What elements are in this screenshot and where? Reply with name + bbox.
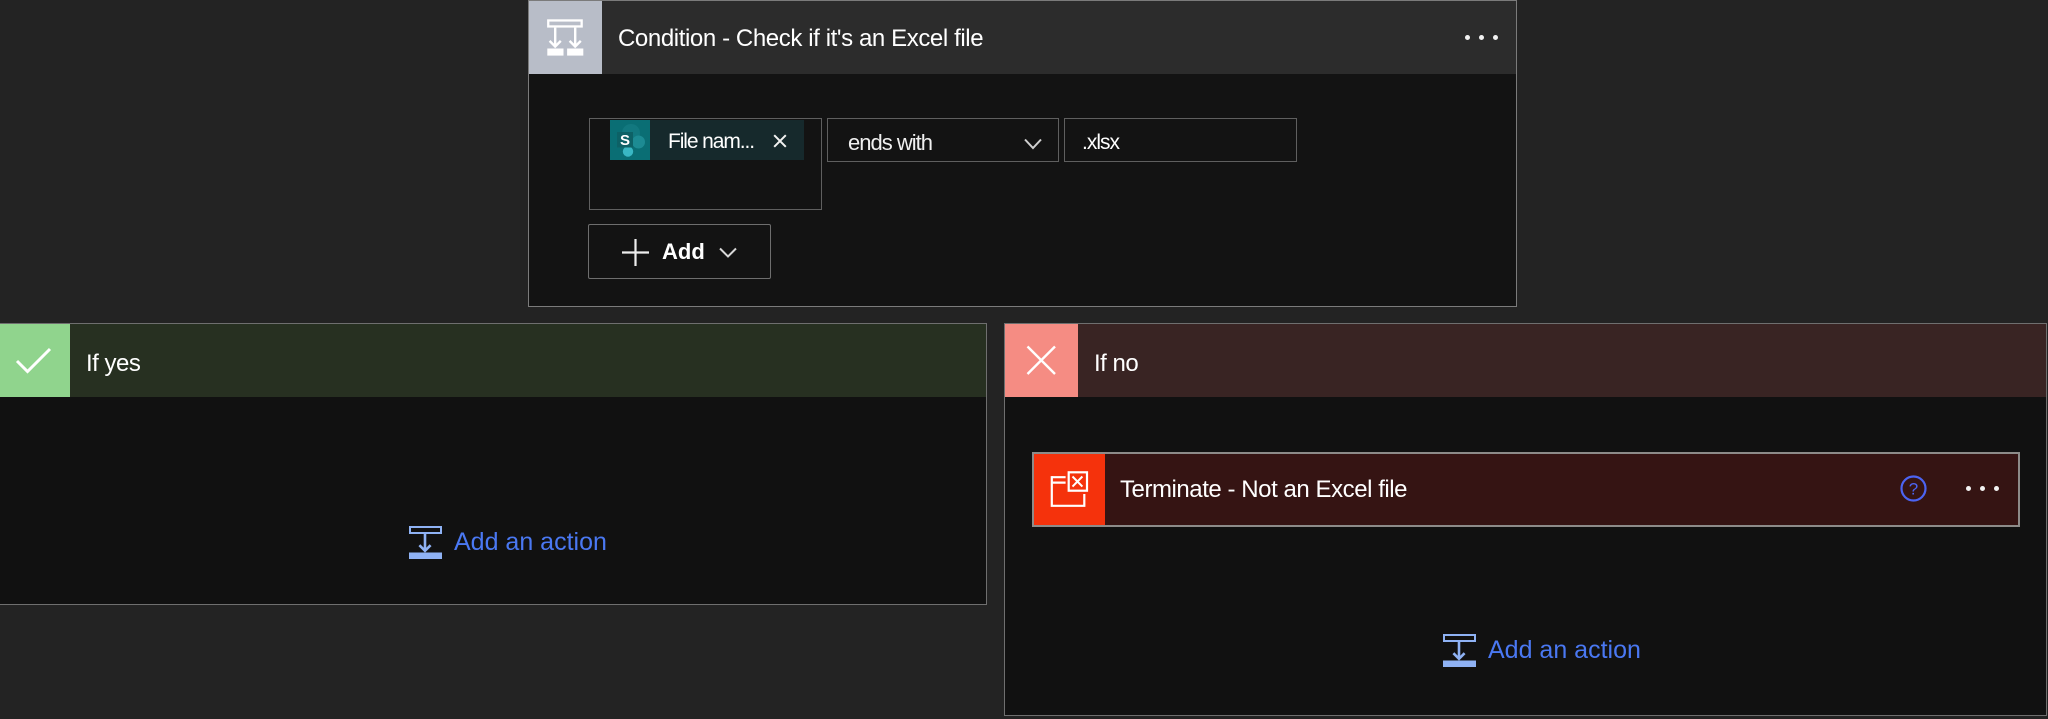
- svg-text:S: S: [620, 132, 630, 149]
- svg-text:?: ?: [1909, 480, 1918, 499]
